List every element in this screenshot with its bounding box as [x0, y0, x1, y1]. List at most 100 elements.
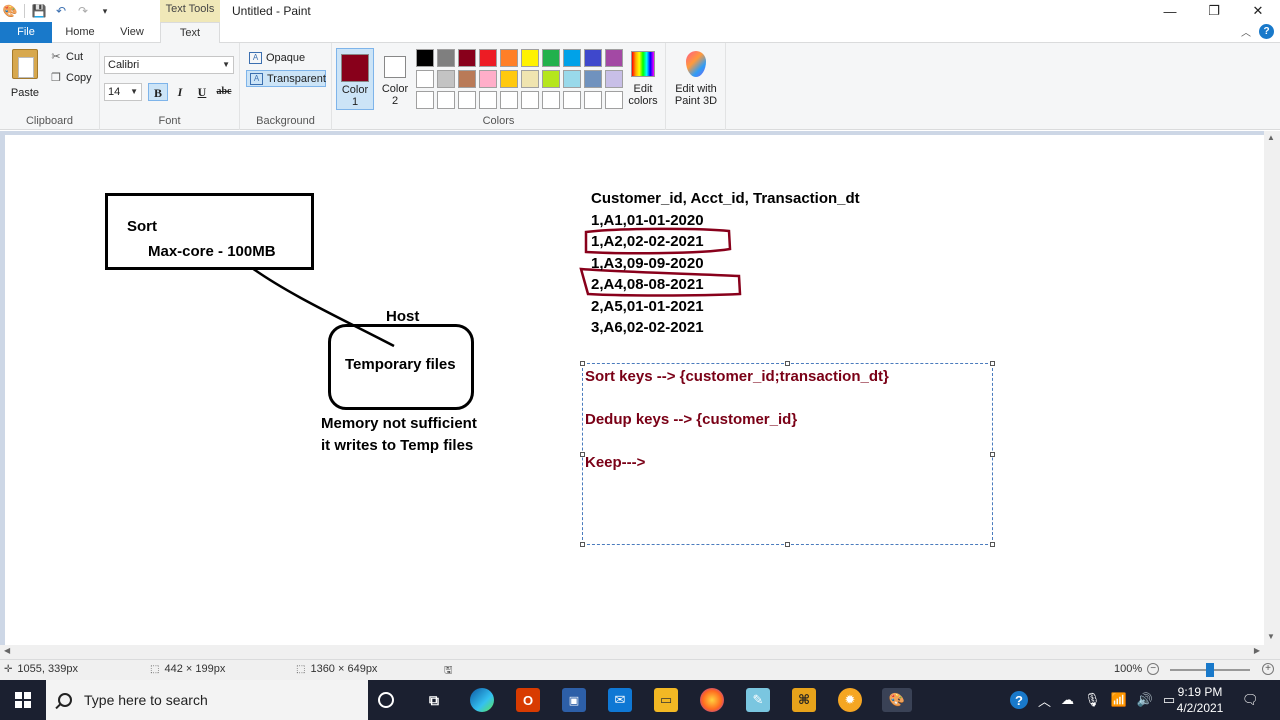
palette-swatch[interactable]	[437, 91, 455, 109]
volume-icon[interactable]: 🔊	[1137, 692, 1153, 708]
tab-home[interactable]: Home	[58, 22, 102, 43]
microphone-icon[interactable]: 🎙	[1084, 692, 1101, 708]
tab-file[interactable]: File	[0, 22, 52, 43]
edit-colors-button[interactable]: Edit colors	[624, 51, 662, 107]
paint-taskbar-icon[interactable]: 🎨	[882, 688, 912, 712]
palette-swatch[interactable]	[416, 70, 434, 88]
color1-button[interactable]: Color 1	[336, 48, 374, 110]
scroll-down-icon[interactable]: ▼	[1267, 632, 1275, 641]
save-icon[interactable]: 💾	[31, 3, 47, 19]
office-icon[interactable]: O	[516, 688, 540, 712]
tab-view[interactable]: View	[110, 22, 154, 43]
zoom-slider-thumb[interactable]	[1206, 663, 1214, 677]
palette-swatch[interactable]	[542, 91, 560, 109]
redo-icon[interactable]: ↷	[75, 3, 91, 19]
resize-handle[interactable]	[990, 452, 995, 457]
palette-swatch[interactable]	[563, 91, 581, 109]
notifications-button[interactable]: 🗨	[1242, 680, 1259, 720]
scroll-right-icon[interactable]: ▶	[1254, 646, 1260, 655]
color2-button[interactable]: Color 2	[376, 48, 414, 110]
help-icon[interactable]: ?	[1259, 24, 1274, 39]
onedrive-icon[interactable]: ☁	[1061, 692, 1074, 708]
minimize-button[interactable]: —	[1148, 0, 1192, 22]
palette-swatch[interactable]	[605, 49, 623, 67]
palette-swatch[interactable]	[437, 49, 455, 67]
wifi-icon[interactable]: 📶	[1111, 692, 1127, 708]
horizontal-scrollbar[interactable]: ◀ ▶	[0, 645, 1264, 659]
italic-button[interactable]: I	[170, 83, 190, 101]
file-explorer-icon[interactable]: ▭	[654, 688, 678, 712]
palette-swatch[interactable]	[458, 70, 476, 88]
bold-button[interactable]: B	[148, 83, 168, 101]
task-view-icon[interactable]: ⧉	[422, 688, 446, 712]
restore-button[interactable]: ❐	[1192, 0, 1236, 22]
dedup-keys-text[interactable]: Dedup keys --> {customer_id}	[585, 411, 797, 428]
palette-swatch[interactable]	[416, 91, 434, 109]
scroll-left-icon[interactable]: ◀	[4, 646, 10, 655]
palette-swatch[interactable]	[437, 70, 455, 88]
font-size-select[interactable]: 14 ▼	[104, 83, 142, 101]
palette-swatch[interactable]	[605, 91, 623, 109]
collapse-ribbon-icon[interactable]: ︿	[1241, 24, 1251, 39]
resize-handle[interactable]	[580, 361, 585, 366]
palette-swatch[interactable]	[584, 49, 602, 67]
palette-swatch[interactable]	[584, 91, 602, 109]
palette-swatch[interactable]	[563, 49, 581, 67]
palette-swatch[interactable]	[416, 49, 434, 67]
resize-handle[interactable]	[580, 542, 585, 547]
palette-swatch[interactable]	[542, 70, 560, 88]
sticky-app-icon[interactable]: ⌘	[792, 688, 816, 712]
palette-swatch[interactable]	[479, 91, 497, 109]
zoom-in-icon[interactable]: +	[1262, 663, 1274, 675]
help-tray-icon[interactable]: ?	[1010, 691, 1028, 709]
palette-swatch[interactable]	[479, 49, 497, 67]
firefox-icon[interactable]	[700, 688, 724, 712]
palette-swatch[interactable]	[500, 70, 518, 88]
edge-icon[interactable]	[470, 688, 494, 712]
copy-button[interactable]: ❐ Copy	[50, 72, 92, 84]
palette-swatch[interactable]	[458, 91, 476, 109]
palette-swatch[interactable]	[542, 49, 560, 67]
transparent-button[interactable]: A Transparent	[246, 70, 326, 87]
strikethrough-button[interactable]: abc	[214, 83, 234, 101]
customize-qat-icon[interactable]: ▾	[97, 3, 113, 19]
palette-swatch[interactable]	[563, 70, 581, 88]
palette-swatch[interactable]	[521, 70, 539, 88]
mail-icon[interactable]: ✉	[608, 688, 632, 712]
resize-handle[interactable]	[785, 361, 790, 366]
zoom-in[interactable]: +	[1262, 663, 1274, 675]
cortana-icon[interactable]	[378, 692, 394, 708]
chevron-up-icon[interactable]: ︿	[1038, 691, 1051, 710]
sort-keys-text[interactable]: Sort keys --> {customer_id;transaction_d…	[585, 368, 889, 385]
opaque-button[interactable]: A Opaque	[246, 50, 326, 67]
close-button[interactable]: ✕	[1236, 0, 1280, 22]
scroll-up-icon[interactable]: ▲	[1267, 133, 1275, 142]
paste-button[interactable]: Paste	[8, 49, 42, 99]
palette-swatch[interactable]	[584, 70, 602, 88]
notepad-icon[interactable]: ✎	[746, 688, 770, 712]
tab-text[interactable]: Text	[160, 22, 220, 44]
undo-icon[interactable]: ↶	[53, 3, 69, 19]
paint-app-icon[interactable]: 🎨	[2, 3, 18, 19]
clock[interactable]: 9:19 PM 4/2/2021	[1170, 684, 1230, 716]
resize-handle[interactable]	[990, 361, 995, 366]
zoom-out-icon[interactable]: −	[1147, 663, 1160, 675]
keep-text[interactable]: Keep--->	[585, 454, 645, 471]
palette-swatch[interactable]	[605, 70, 623, 88]
taskbar-search[interactable]: Type here to search	[46, 680, 368, 720]
resize-handle[interactable]	[990, 542, 995, 547]
palette-swatch[interactable]	[458, 49, 476, 67]
palette-swatch[interactable]	[521, 91, 539, 109]
font-family-select[interactable]: Calibri ▼	[104, 56, 234, 74]
cut-button[interactable]: ✂ Cut	[50, 51, 83, 63]
palette-swatch[interactable]	[521, 49, 539, 67]
start-button[interactable]	[0, 680, 46, 720]
underline-button[interactable]: U	[192, 83, 212, 101]
remote-desktop-icon[interactable]: ▣	[562, 688, 586, 712]
palette-swatch[interactable]	[500, 49, 518, 67]
vertical-scrollbar[interactable]: ▲ ▼	[1264, 131, 1280, 659]
weather-app-icon[interactable]: ✹	[838, 688, 862, 712]
palette-swatch[interactable]	[479, 70, 497, 88]
palette-swatch[interactable]	[500, 91, 518, 109]
resize-handle[interactable]	[785, 542, 790, 547]
